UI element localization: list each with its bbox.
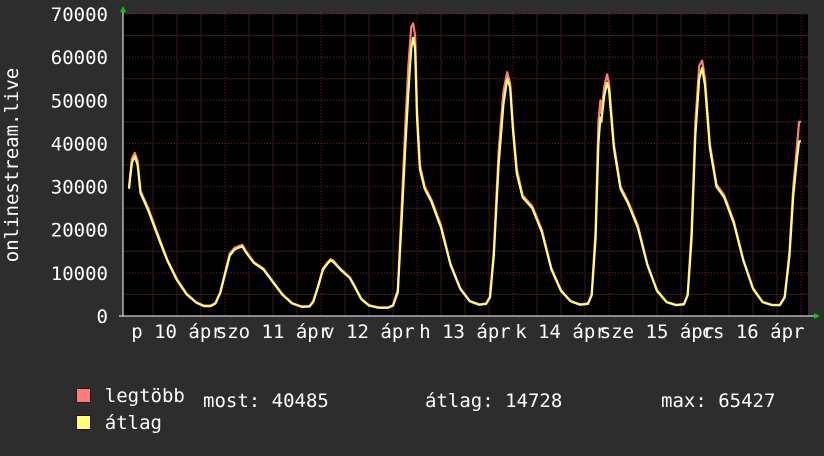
legend-item-atlag: átlag [30, 390, 162, 456]
y-tick-label: 70000 [51, 4, 108, 26]
y-tick-label: 0 [97, 306, 108, 328]
stat-most: most: 40485 [203, 390, 329, 412]
y-tick-label: 50000 [51, 90, 108, 112]
x-tick-label: h 13 ápr [419, 321, 511, 343]
x-tick-label: szo 11 ápr [216, 321, 330, 343]
chart: 0 10000 20000 30000 40000 50000 60000 70000 p 10… [0, 0, 824, 434]
stat-max: max: 65427 [661, 390, 776, 412]
stat-atlag: átlag: 14728 [425, 390, 563, 412]
x-tick-label: v 12 ápr [323, 321, 415, 343]
y-tick-label: 20000 [51, 220, 108, 242]
x-tick-label: k 14 ápr [515, 321, 607, 343]
y-tick-label: 40000 [51, 133, 108, 155]
y-tick-label: 60000 [51, 47, 108, 69]
legend-swatch-atlag [75, 415, 91, 430]
x-tick-label: sze 15 ápr [600, 321, 714, 343]
y-tick-label: 30000 [51, 177, 108, 199]
x-axis-arrow [814, 313, 820, 319]
x-tick-label: p 10 ápr [131, 321, 223, 343]
x-tick-label: cs 16 ápr [702, 321, 805, 343]
y-axis-label: onlinestream.live [1, 68, 23, 262]
legend-label-atlag: átlag [104, 412, 162, 434]
y-tick-label: 10000 [51, 263, 108, 285]
y-axis-arrow [120, 6, 126, 12]
